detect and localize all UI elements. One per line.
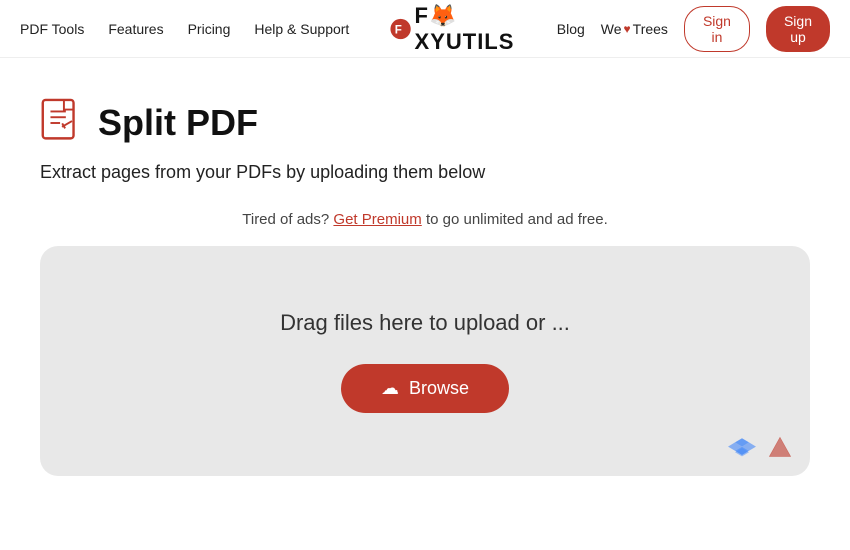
nav-pdf-tools[interactable]: PDF Tools [20,21,84,37]
nav-blog[interactable]: Blog [557,21,585,37]
we-trees-link[interactable]: We♥Trees [601,21,668,37]
get-premium-link[interactable]: Get Premium [333,211,421,228]
upload-icon: ☁ [381,378,399,399]
svg-text:F: F [395,24,402,36]
nav-pricing[interactable]: Pricing [188,21,231,37]
title-row: Split PDF [40,98,810,148]
ads-notice: Tired of ads? Get Premium to go unlimite… [40,211,810,228]
nav-features[interactable]: Features [108,21,163,37]
nav-help-support[interactable]: Help & Support [254,21,349,37]
cloud-service-icons [728,434,794,462]
logo[interactable]: F F🦊XYUTILS [389,3,532,55]
main-content: Split PDF Extract pages from your PDFs b… [0,58,850,476]
drive-icon[interactable] [766,434,794,462]
dropzone[interactable]: Drag files here to upload or ... ☁ Brows… [40,246,810,476]
page-title: Split PDF [98,102,258,144]
logo-icon: F [389,15,412,43]
page-subtitle: Extract pages from your PDFs by uploadin… [40,162,810,183]
split-pdf-icon [40,98,84,148]
navigation: PDF Tools Features Pricing Help & Suppor… [0,0,850,58]
nav-right: Blog We♥Trees Sign in Sign up [557,6,830,52]
signin-button[interactable]: Sign in [684,6,750,52]
dropbox-icon[interactable] [728,434,756,462]
browse-button[interactable]: ☁ Browse [341,364,509,413]
signup-button[interactable]: Sign up [766,6,830,52]
logo-text: F🦊XYUTILS [415,3,533,55]
drop-text: Drag files here to upload or ... [280,310,570,336]
